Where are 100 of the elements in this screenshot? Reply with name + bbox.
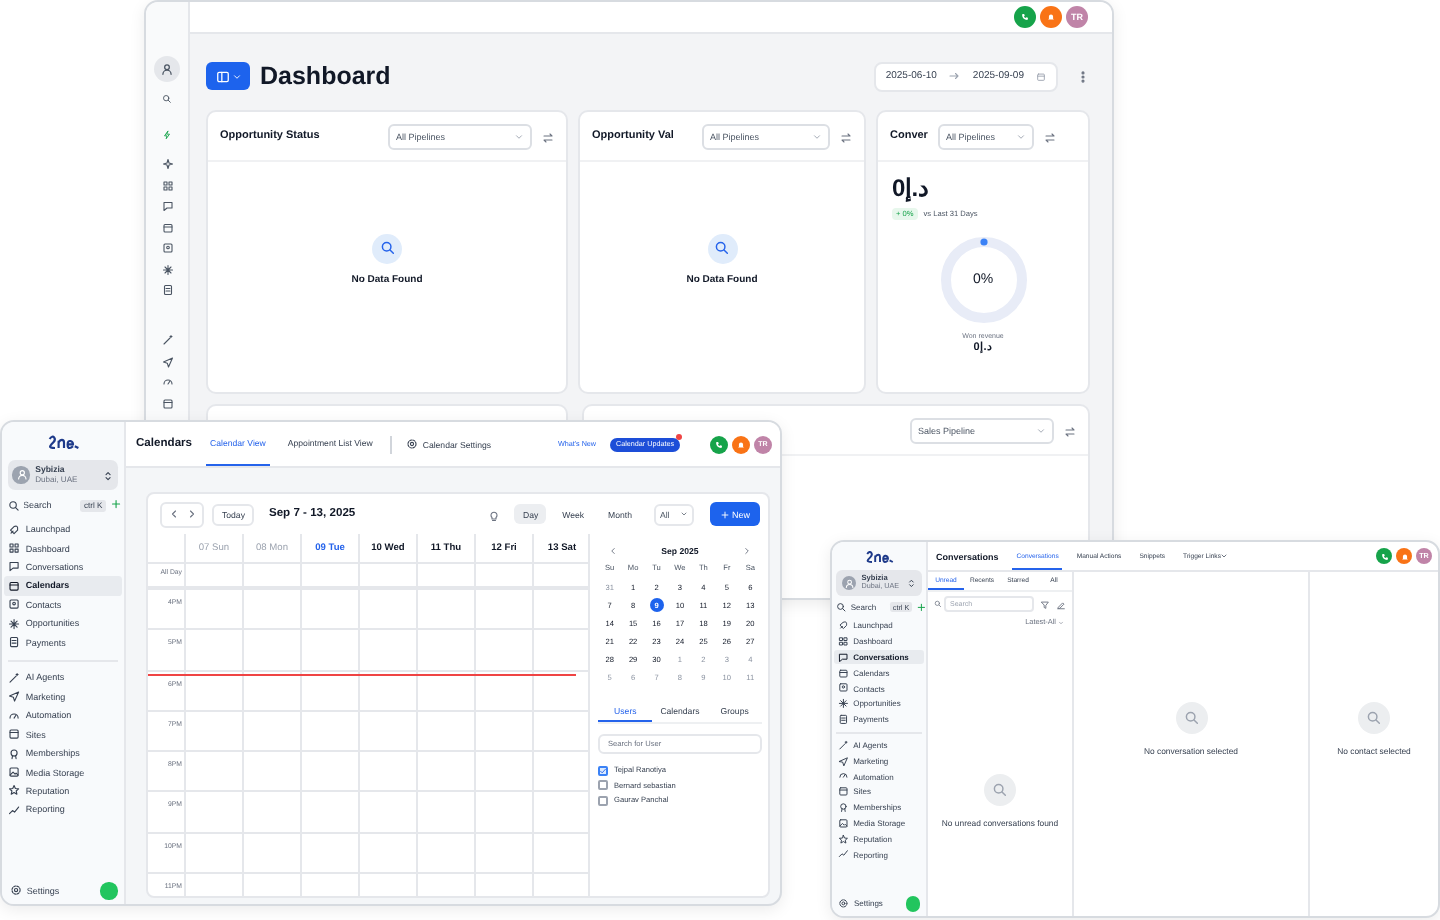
paper-plane-icon: [161, 355, 173, 367]
search-icon: [1175, 702, 1207, 734]
phone-icon: [1020, 12, 1030, 22]
notification-button[interactable]: [1396, 548, 1412, 564]
gear-icon: [9, 884, 22, 897]
image-icon: [8, 766, 21, 779]
swap-icon: [1064, 426, 1076, 438]
filter-icon: [1040, 599, 1050, 609]
revenue-amount: د.إ0: [892, 174, 929, 202]
receipt-icon: [161, 284, 173, 296]
chevron-down-icon: [514, 131, 524, 141]
logo-icon: [863, 546, 895, 566]
search-icon: [934, 600, 942, 608]
star-icon: [837, 833, 849, 844]
notification-dot: [676, 433, 682, 439]
calendar-icon: [1036, 71, 1046, 81]
checkbox[interactable]: [598, 795, 608, 805]
gauge-icon: [837, 770, 849, 782]
wand-icon: [837, 739, 849, 751]
bell-icon: [736, 439, 746, 449]
chart-line-icon: [837, 848, 849, 860]
ribbon-icon: [8, 747, 21, 760]
search-icon: [162, 94, 172, 104]
phone-icon: [714, 439, 724, 449]
wand-icon: [161, 334, 173, 346]
layout-icon: [215, 69, 229, 83]
search-icon: [836, 602, 848, 613]
kebab-menu-icon: [1076, 70, 1090, 84]
gear-icon: [406, 438, 419, 450]
avatar-icon: [12, 466, 30, 484]
search-icon: [1358, 702, 1390, 734]
chevron-down-icon: [231, 71, 241, 81]
chevron-down-icon: [812, 131, 822, 141]
wand-icon: [8, 671, 21, 684]
search-icon: [7, 499, 20, 512]
notification-button[interactable]: [1040, 6, 1062, 28]
swap-icon: [1043, 132, 1056, 144]
phone-button[interactable]: [710, 435, 728, 453]
phone-icon: [1379, 551, 1389, 561]
search-icon: [707, 233, 737, 263]
ribbon-icon: [837, 801, 849, 813]
avatar-icon: [154, 55, 180, 81]
swap-icon: [840, 132, 852, 144]
bolt-icon: [162, 129, 172, 139]
asterisk-icon: [161, 263, 173, 275]
search-icon: [984, 774, 1016, 806]
rocket-icon: [837, 620, 849, 632]
grid-icon: [161, 179, 173, 191]
chevron-down-icon: [1036, 425, 1046, 435]
chat-bubble-icon: [8, 560, 21, 574]
plus-icon: [915, 601, 927, 612]
status-dot: [100, 881, 118, 900]
chat-bubble-icon: [837, 651, 849, 663]
phone-button[interactable]: [1014, 6, 1036, 28]
gauge-icon: [8, 709, 21, 722]
chevron-left-icon: [608, 545, 618, 555]
plus-icon: [719, 509, 730, 519]
plus-icon: [109, 498, 122, 511]
chevron-right-icon: [741, 545, 752, 555]
checkbox[interactable]: [598, 780, 608, 790]
checkmark-icon: [598, 765, 608, 775]
calendar-icon: [837, 667, 849, 678]
avatar-icon: [841, 575, 857, 591]
window-icon: [8, 728, 21, 741]
calendar-icon: [8, 579, 21, 592]
grid-icon: [8, 542, 21, 555]
chevron-down-icon: [1015, 131, 1026, 141]
bell-icon: [1046, 12, 1056, 22]
notification-button[interactable]: [732, 435, 750, 453]
logo-icon: [45, 430, 81, 452]
checkbox[interactable]: [598, 765, 608, 775]
layout-menu-button[interactable]: [206, 62, 250, 90]
image-icon: [837, 817, 849, 829]
lightbulb-icon: [488, 510, 501, 522]
receipt-icon: [8, 636, 21, 649]
gear-icon: [838, 898, 850, 910]
chevron-right-icon: [185, 508, 197, 520]
contact-card-icon: [837, 682, 849, 694]
arrow-right-icon: [948, 70, 961, 82]
chat-bubble-icon: [161, 200, 173, 212]
calendar-icon: [161, 221, 173, 233]
search-icon: [372, 233, 402, 263]
contact-card-icon: [161, 242, 173, 254]
receipt-icon: [837, 713, 849, 725]
window-icon: [837, 786, 849, 798]
updown-icon: [101, 469, 114, 482]
bell-icon: [1399, 551, 1409, 561]
swap-icon: [542, 132, 554, 144]
star-icon: [8, 784, 21, 798]
rocket-icon: [8, 523, 21, 536]
page-title: Dashboard: [260, 62, 391, 90]
asterisk-icon: [837, 698, 849, 710]
donut-gauge: [935, 232, 1031, 328]
paper-plane-icon: [837, 755, 849, 766]
asterisk-icon: [8, 617, 21, 630]
sparkle-icon: [161, 158, 173, 170]
window-icon: [161, 397, 173, 409]
grid-icon: [837, 635, 849, 647]
phone-button[interactable]: [1376, 548, 1392, 564]
compose-icon: [1056, 599, 1066, 609]
